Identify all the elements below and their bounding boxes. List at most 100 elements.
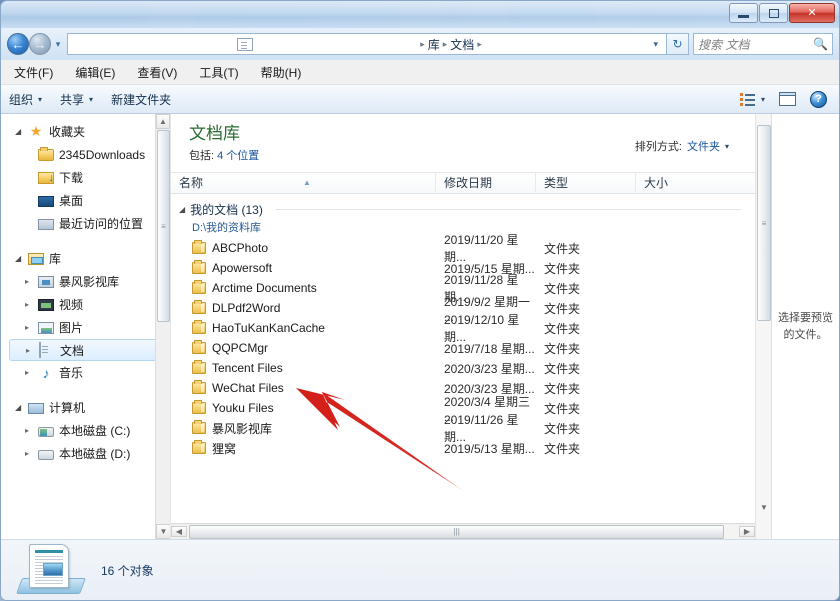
breadcrumb-dropdown-icon[interactable]: ▾ (649, 39, 662, 50)
library-header: 文档库 包括: 4 个位置 排列方式: 文件夹 ▾ (171, 114, 755, 172)
navigation-pane-scrollbar[interactable]: ▲ ≡ ▼ (155, 114, 170, 539)
column-header-type[interactable]: 类型 (536, 172, 636, 194)
breadcrumb-item-documents[interactable]: 文档 (450, 36, 474, 53)
column-header-date[interactable]: 修改日期 (436, 172, 536, 194)
expand-triangle-icon[interactable]: ▸ (25, 368, 33, 377)
sidebar-group-favorites[interactable]: ◢ ★ 收藏夹 (1, 120, 170, 143)
table-row[interactable]: QQPCMgr 2019/7/18 星期... 文件夹 (171, 338, 755, 358)
library-locations-link[interactable]: 4 个位置 (217, 150, 259, 162)
scrollbar-thumb[interactable]: ≡ (157, 130, 170, 322)
table-row[interactable]: 暴风影视库 2019/11/26 星期... 文件夹 (171, 413, 755, 444)
folder-icon (192, 440, 206, 454)
refresh-icon: ↻ (672, 37, 683, 51)
menu-item-edit[interactable]: 编辑(E) (72, 62, 118, 83)
menu-item-file[interactable]: 文件(F) (11, 62, 56, 83)
collapse-triangle-icon[interactable]: ◢ (15, 127, 23, 136)
view-options-button[interactable]: ▾ (739, 92, 765, 106)
sidebar-item-downloads[interactable]: 下载 (1, 166, 170, 189)
preview-pane-icon[interactable] (779, 92, 796, 106)
close-button[interactable]: ✕ (789, 3, 835, 23)
expand-triangle-icon[interactable]: ▸ (25, 426, 33, 435)
expand-triangle-icon[interactable]: ▸ (25, 449, 33, 458)
collapse-triangle-icon[interactable]: ◢ (179, 205, 185, 214)
column-header-name[interactable]: ▲ 名称 (171, 172, 436, 194)
sort-ascending-icon: ▲ (303, 178, 311, 187)
file-list-pane: 文档库 包括: 4 个位置 排列方式: 文件夹 ▾ ▲ 名称 修改日期 类型 大… (171, 114, 755, 539)
share-button[interactable]: 共享 ▾ (60, 91, 93, 108)
arrange-by-control[interactable]: 排列方式: 文件夹 ▾ (635, 138, 729, 154)
sidebar-item-baofeng-library[interactable]: ▸ 暴风影视库 (1, 270, 170, 293)
breadcrumb[interactable]: ▸ 库 ▸ 文档 ▸ ▾ (67, 33, 667, 55)
collapse-triangle-icon[interactable]: ◢ (15, 403, 23, 412)
table-row[interactable]: HaoTuKanKanCache 2019/12/10 星期... 文件夹 (171, 313, 755, 344)
sidebar-item-drive-d[interactable]: ▸ 本地磁盘 (D:) (1, 442, 170, 465)
menu-item-help[interactable]: 帮助(H) (258, 62, 305, 83)
forward-button[interactable]: → (29, 33, 51, 55)
minimize-button[interactable] (729, 3, 758, 23)
horizontal-scrollbar[interactable]: ◀ ||| ▶ (171, 523, 755, 539)
horizontal-scroll-track[interactable]: ||| (187, 524, 739, 539)
scroll-right-button[interactable]: ▶ (739, 526, 755, 537)
organize-button[interactable]: 组织 ▾ (9, 91, 42, 108)
table-row[interactable]: ABCPhoto 2019/11/20 星期... 文件夹 (171, 233, 755, 264)
expand-triangle-icon[interactable]: ▸ (25, 323, 33, 332)
file-name-cell[interactable]: Tencent Files (171, 360, 436, 375)
file-name-cell[interactable]: QQPCMgr (171, 340, 436, 355)
sidebar-item-desktop[interactable]: 桌面 (1, 189, 170, 212)
file-name-cell[interactable]: Apowersoft (171, 260, 436, 275)
file-name-cell[interactable]: 狸窝 (171, 440, 436, 457)
file-name-cell[interactable]: ABCPhoto (171, 240, 436, 255)
table-row[interactable]: 狸窝 2019/5/13 星期... 文件夹 (171, 438, 755, 458)
new-folder-button[interactable]: 新建文件夹 (111, 91, 171, 108)
restore-button[interactable] (759, 3, 788, 23)
sidebar-group-computer[interactable]: ◢ 计算机 (1, 396, 170, 419)
sidebar-group-libraries[interactable]: ◢ 库 (1, 247, 170, 270)
refresh-button[interactable]: ↻ (667, 33, 689, 55)
sidebar-item-pictures[interactable]: ▸ 图片 (1, 316, 170, 339)
sidebar-item-music[interactable]: ▸ ♪ 音乐 (1, 361, 170, 384)
scrollbar-thumb[interactable]: ||| (189, 524, 725, 539)
search-input[interactable]: 搜索 文档 🔍 (693, 33, 833, 55)
column-header-label: 类型 (544, 176, 569, 190)
arrange-by-value[interactable]: 文件夹 (687, 138, 720, 154)
sidebar-item-recent-places[interactable]: 最近访问的位置 (1, 212, 170, 235)
menu-item-view[interactable]: 查看(V) (134, 62, 180, 83)
scrollbar-grip-icon: ≡ (761, 218, 767, 228)
group-header-rule (275, 209, 741, 210)
scroll-up-button[interactable]: ▲ (156, 114, 170, 129)
back-button[interactable]: ← (7, 33, 29, 55)
desktop-icon (38, 196, 54, 207)
file-name: Youku Files (212, 401, 274, 415)
help-icon[interactable]: ? (810, 90, 827, 108)
film-icon (38, 299, 54, 311)
file-name-cell[interactable]: 暴风影视库 (171, 420, 436, 437)
toolbar-right-group: ▾ ? (739, 90, 831, 108)
breadcrumb-item-libraries[interactable]: 库 (428, 36, 440, 53)
library-icon (28, 253, 44, 265)
sidebar-item-videos[interactable]: ▸ 视频 (1, 293, 170, 316)
file-name-cell[interactable]: HaoTuKanKanCache (171, 320, 436, 335)
file-name-cell[interactable]: Arctime Documents (171, 280, 436, 295)
scroll-left-button[interactable]: ◀ (171, 526, 187, 537)
sidebar-item-documents[interactable]: ▸ 文档 (9, 339, 164, 361)
table-row[interactable]: Tencent Files 2020/3/23 星期... 文件夹 (171, 358, 755, 378)
sidebar-item-2345downloads[interactable]: 2345Downloads (1, 143, 170, 166)
sidebar-item-drive-c[interactable]: ▸ 本地磁盘 (C:) (1, 419, 170, 442)
expand-triangle-icon[interactable]: ▸ (26, 346, 34, 355)
file-name-cell[interactable]: WeChat Files (171, 380, 436, 395)
column-header-size[interactable]: 大小 (636, 172, 701, 194)
scrollbar-thumb[interactable]: ≡ (757, 125, 771, 321)
collapse-triangle-icon[interactable]: ◢ (15, 254, 23, 263)
file-list-scrollbar[interactable]: ≡ ▼ (755, 114, 771, 539)
menu-item-tools[interactable]: 工具(T) (196, 62, 241, 83)
chevron-down-icon[interactable]: ▾ (725, 142, 729, 151)
expand-triangle-icon[interactable]: ▸ (25, 277, 33, 286)
file-name-cell[interactable]: DLPdf2Word (171, 300, 436, 315)
expand-triangle-icon[interactable]: ▸ (25, 300, 33, 309)
breadcrumb-separator: ▸ (442, 38, 448, 49)
scroll-down-button[interactable]: ▼ (756, 500, 772, 515)
file-name-cell[interactable]: Youku Files (171, 400, 436, 415)
history-dropdown-button[interactable]: ▾ (51, 39, 65, 50)
group-header[interactable]: ◢ 我的文档 (13) (171, 194, 755, 218)
scroll-down-button[interactable]: ▼ (156, 524, 170, 539)
